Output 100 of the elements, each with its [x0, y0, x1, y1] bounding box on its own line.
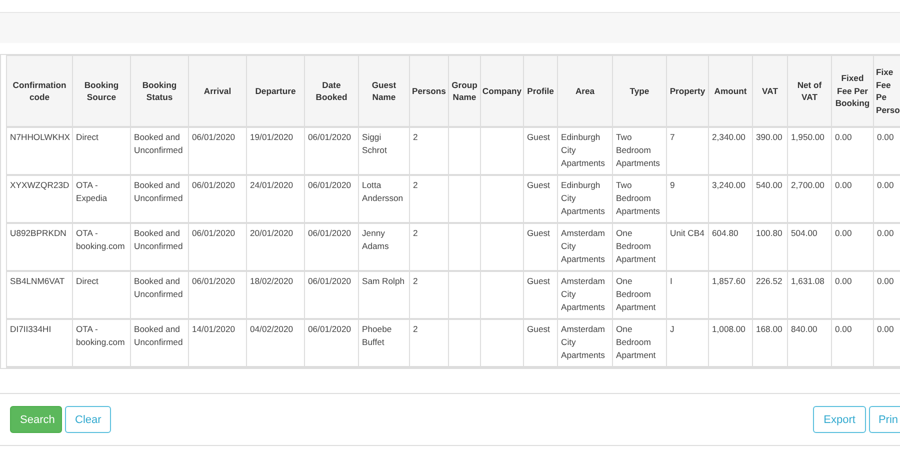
table-cell: Siggi Schrot	[358, 127, 410, 175]
table-cell: Booked and Unconfirmed	[130, 175, 188, 223]
column-header: Departure	[246, 56, 304, 127]
column-header: Fixed Fee Per Booking	[832, 56, 874, 127]
table-cell: Guest	[524, 175, 558, 223]
table-cell: 0.00	[832, 319, 874, 367]
table-cell: Booked and Unconfirmed	[130, 223, 188, 271]
table-cell: Booked and Unconfirmed	[130, 319, 188, 367]
table-cell: 06/01/2020	[188, 127, 246, 175]
table-cell: 18/02/2020	[246, 271, 304, 319]
table-cell: 0.00	[832, 271, 874, 319]
column-header: Area	[558, 56, 612, 127]
table-cell: 06/01/2020	[304, 127, 358, 175]
table-cell: Lotta Andersson	[358, 175, 410, 223]
action-button[interactable]: Clear	[65, 406, 112, 433]
table-cell: 7	[666, 127, 708, 175]
table-cell: 2,700.00	[788, 175, 832, 223]
table-cell: 2	[410, 175, 448, 223]
column-header: Guest Name	[358, 56, 410, 127]
column-header: Company	[480, 56, 524, 127]
table-cell: 226.52	[752, 271, 788, 319]
table-cell: 06/01/2020	[304, 223, 358, 271]
column-header: Profile	[524, 56, 558, 127]
table-cell: Two Bedroom Apartments	[612, 175, 666, 223]
table-cell: 0.00	[832, 175, 874, 223]
table-cell: 06/01/2020	[304, 319, 358, 367]
table-cell: N7HHOLWKHX	[6, 127, 72, 175]
column-header: Booking Status	[130, 56, 188, 127]
table-cell: 06/01/2020	[188, 175, 246, 223]
table-cell: Guest	[524, 271, 558, 319]
table-cell: Phoebe Buffet	[358, 319, 410, 367]
table-cell: 100.80	[752, 223, 788, 271]
table-cell: 540.00	[752, 175, 788, 223]
action-button[interactable]: Prin	[869, 406, 900, 433]
table-cell: U892BPRKDN	[6, 223, 72, 271]
table-cell: XYXWZQR23D	[6, 175, 72, 223]
table-cell: I	[666, 271, 708, 319]
table-cell: Amsterdam City Apartments	[558, 223, 612, 271]
table-cell: 3,240.00	[708, 175, 752, 223]
table-cell: 1,857.60	[708, 271, 752, 319]
column-header: Fixe Fee Pe Perso	[874, 56, 900, 127]
table-cell: Direct	[72, 271, 130, 319]
table-cell: 604.80	[708, 223, 752, 271]
table-cell: Unit CB4	[666, 223, 708, 271]
column-header: Net of VAT	[788, 56, 832, 127]
table-cell: 14/01/2020	[188, 319, 246, 367]
table-cell: 0.00	[874, 127, 900, 175]
table-cell: 06/01/2020	[188, 271, 246, 319]
table-cell: Edinburgh City Apartments	[558, 127, 612, 175]
search-button[interactable]: Search	[10, 406, 62, 433]
table-cell: 504.00	[788, 223, 832, 271]
table-cell: Guest	[524, 127, 558, 175]
table-cell: OTA - booking.com	[72, 223, 130, 271]
table-cell: Guest	[524, 223, 558, 271]
table-cell: Edinburgh City Apartments	[558, 175, 612, 223]
table-cell: One Bedroom Apartment	[612, 319, 666, 367]
table-cell: One Bedroom Apartment	[612, 271, 666, 319]
table-cell: 840.00	[788, 319, 832, 367]
column-header: Confirmation code	[6, 56, 72, 127]
table-cell: OTA - booking.com	[72, 319, 130, 367]
table-cell: 06/01/2020	[304, 271, 358, 319]
table-cell: Direct	[72, 127, 130, 175]
table-cell: J	[666, 319, 708, 367]
column-header: VAT	[752, 56, 788, 127]
table-cell: Sam Rolph	[358, 271, 410, 319]
table-cell: 2	[410, 271, 448, 319]
table-cell: DI7II334HI	[6, 319, 72, 367]
table-cell: 390.00	[752, 127, 788, 175]
column-header: Type	[612, 56, 666, 127]
table-cell: 1,950.00	[788, 127, 832, 175]
table-cell: SB4LNM6VAT	[6, 271, 72, 319]
table-cell: OTA - Expedia	[72, 175, 130, 223]
table-cell: 06/01/2020	[188, 223, 246, 271]
table-cell: 1,008.00	[708, 319, 752, 367]
table-cell: 24/01/2020	[246, 175, 304, 223]
table-cell: 1,631.08	[788, 271, 832, 319]
column-header: Persons	[410, 56, 448, 127]
column-header: Date Booked	[304, 56, 358, 127]
table-cell: 2,340.00	[708, 127, 752, 175]
table-cell: 06/01/2020	[304, 175, 358, 223]
table-cell: 2	[410, 223, 448, 271]
table-cell: One Bedroom Apartment	[612, 223, 666, 271]
table-cell: 20/01/2020	[246, 223, 304, 271]
table-cell: 04/02/2020	[246, 319, 304, 367]
column-header: Amount	[708, 56, 752, 127]
table-cell: 19/01/2020	[246, 127, 304, 175]
table-cell: Booked and Unconfirmed	[130, 271, 188, 319]
table-cell: 2	[410, 127, 448, 175]
table-cell: Amsterdam City Apartments	[558, 319, 612, 367]
column-header: Property	[666, 56, 708, 127]
column-header: Arrival	[188, 56, 246, 127]
table-cell: 2	[410, 319, 448, 367]
action-button[interactable]: Export	[812, 406, 866, 433]
table-cell: Guest	[524, 319, 558, 367]
table-cell: Jenny Adams	[358, 223, 410, 271]
table-cell: 168.00	[752, 319, 788, 367]
column-header: Booking Source	[72, 56, 130, 127]
column-header: Group Name	[448, 56, 480, 127]
table-cell: Booked and Unconfirmed	[130, 127, 188, 175]
table-cell: 9	[666, 175, 708, 223]
